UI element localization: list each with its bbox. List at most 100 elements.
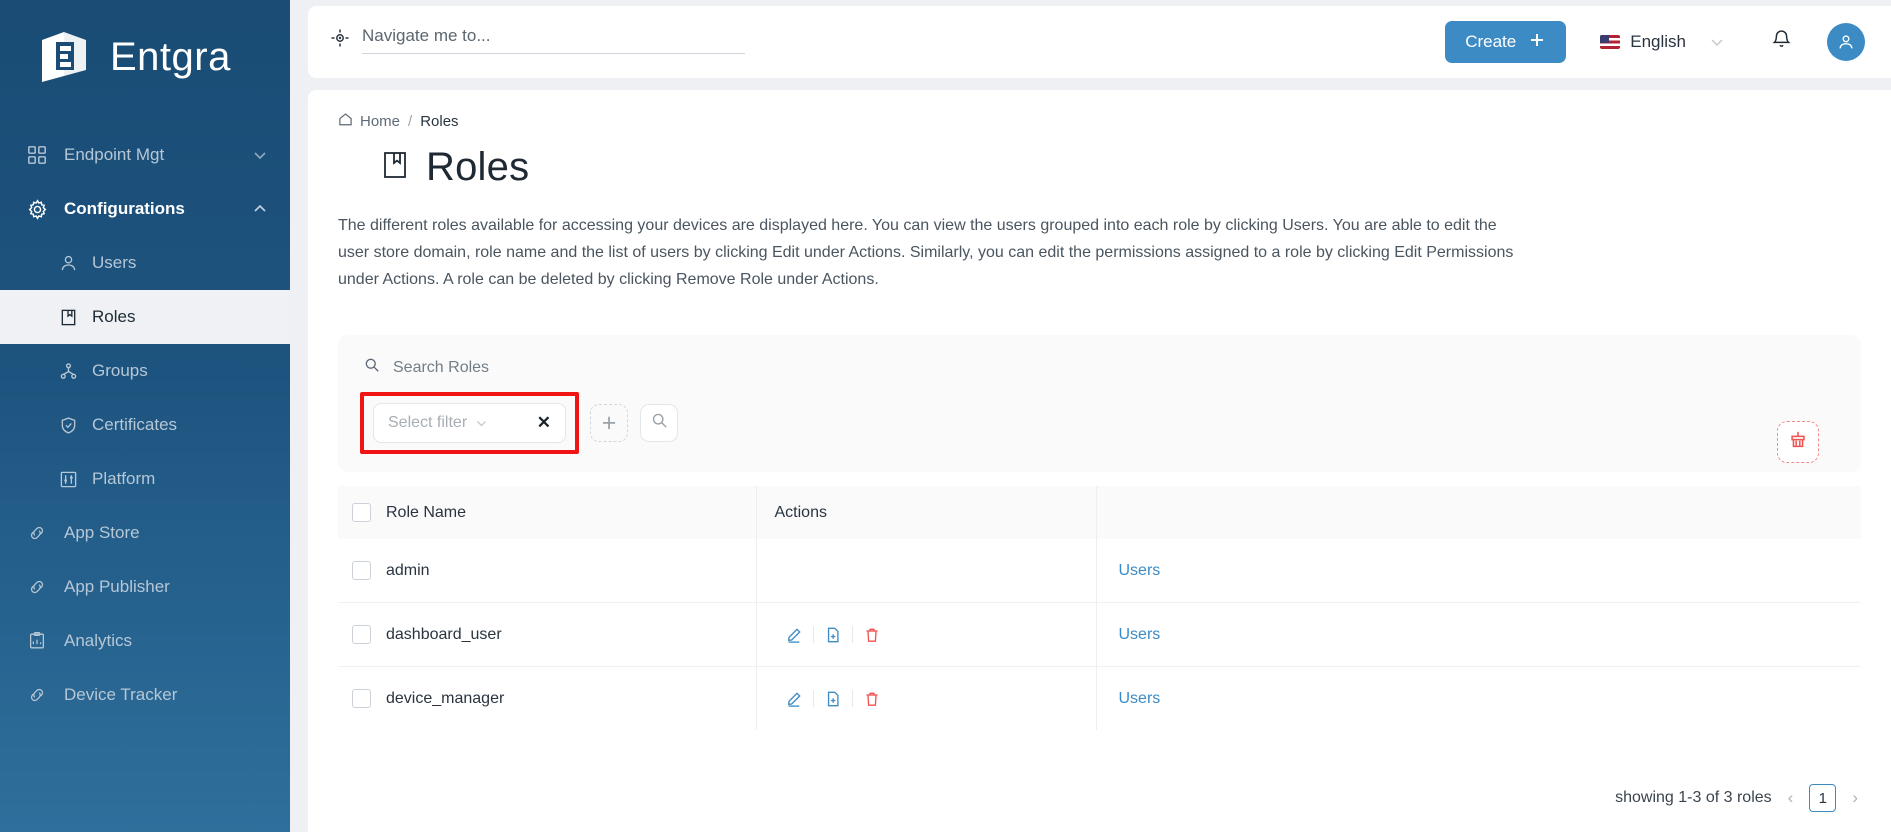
select-all-checkbox[interactable] (352, 503, 371, 522)
search-icon (364, 357, 380, 378)
pagination: showing 1-3 of 3 roles ‹ 1 › (308, 768, 1891, 832)
select-filter-dropdown[interactable]: Select filter ✕ (373, 403, 566, 443)
column-users (1095, 486, 1861, 539)
toolbar-wrap: Search Roles Select filter ✕ + (308, 319, 1891, 472)
sidebar-item-label: Certificates (92, 415, 178, 434)
broom-icon (1788, 430, 1808, 455)
navigate-search[interactable]: Navigate me to... (330, 26, 745, 58)
breadcrumb-home[interactable]: Home (338, 112, 400, 131)
book-icon (380, 150, 410, 185)
sidebar-item-label: Platform (92, 469, 156, 488)
select-filter-label: Select filter (388, 414, 468, 431)
search-roles-input[interactable]: Search Roles (393, 359, 489, 377)
sidebar-item-endpoint-mgt[interactable]: Endpoint Mgt (0, 128, 290, 182)
search-icon (651, 412, 668, 434)
users-link[interactable]: Users (1119, 562, 1161, 579)
add-filter-button[interactable]: + (590, 404, 628, 442)
content-panel: Home / Roles Roles The different roles a… (308, 90, 1891, 832)
sidebar-item-label: Users (92, 253, 137, 272)
sidebar-item-roles[interactable]: Roles (0, 290, 290, 344)
table-row[interactable]: admin Users (338, 539, 1861, 603)
sidebar-item-users[interactable]: Users (0, 236, 290, 290)
sidebar-item-app-store[interactable]: App Store (0, 506, 290, 560)
row-actions (755, 666, 1096, 730)
row-checkbox-cell (338, 602, 386, 667)
role-name: device_manager (386, 689, 505, 707)
chevron-up-icon (252, 201, 268, 217)
users-link[interactable]: Users (1119, 690, 1161, 707)
role-name: dashboard_user (386, 602, 756, 667)
file-plus-icon[interactable] (814, 691, 852, 707)
close-icon[interactable]: ✕ (537, 413, 551, 433)
chevron-right-icon[interactable]: › (1849, 788, 1861, 808)
page-title: Roles (380, 145, 1861, 190)
clipboard-icon (26, 630, 48, 652)
page-title-text: Roles (426, 145, 530, 189)
chevron-down-icon (252, 147, 268, 163)
sidebar-item-device-tracker[interactable]: Device Tracker (0, 668, 290, 722)
sidebar-item-configurations[interactable]: Configurations (0, 182, 290, 236)
row-checkbox[interactable] (352, 561, 371, 580)
chevron-down-icon (474, 416, 489, 431)
table-row[interactable]: dashboard_user Users (338, 602, 1861, 667)
row-checkbox-cell (338, 539, 386, 603)
run-search-button[interactable] (640, 404, 678, 442)
sidebar: Entgra Endpoint Mgt Configurations Users… (0, 0, 290, 832)
row-checkbox[interactable] (352, 625, 371, 644)
users-link[interactable]: Users (1119, 626, 1161, 643)
table-row[interactable]: device_manager Users (338, 666, 1861, 730)
file-plus-icon[interactable] (814, 627, 852, 643)
home-icon (338, 112, 353, 131)
sidebar-item-app-publisher[interactable]: App Publisher (0, 560, 290, 614)
table-header-row: Role Name Actions (338, 486, 1861, 539)
sidebar-item-label: Device Tracker (64, 685, 178, 704)
avatar[interactable] (1827, 23, 1865, 61)
sidebar-item-label: Endpoint Mgt (64, 145, 165, 164)
plus-icon: + (601, 408, 617, 437)
role-name: admin (386, 539, 756, 603)
link-icon (26, 684, 48, 706)
sidebar-item-analytics[interactable]: Analytics (0, 614, 290, 668)
entgra-logo-icon (34, 26, 96, 88)
us-flag-icon (1600, 35, 1621, 49)
column-actions: Actions (755, 486, 1096, 539)
user-icon (58, 253, 78, 273)
language-label: English (1630, 32, 1686, 51)
trash-icon[interactable] (853, 627, 891, 643)
brand-name: Entgra (110, 34, 231, 79)
sidebar-item-label: Analytics (64, 631, 133, 650)
search-roles-row[interactable]: Search Roles (360, 351, 1839, 386)
breadcrumb-current[interactable]: Roles (420, 113, 458, 130)
sidebar-item-platform[interactable]: Platform (0, 452, 290, 506)
roles-table: Role Name Actions admin Users dashboard_… (338, 486, 1861, 730)
sidebar-item-label: Configurations (64, 199, 185, 218)
row-actions (755, 539, 1096, 603)
sidebar-item-label: Groups (92, 361, 148, 380)
chevron-left-icon[interactable]: ‹ (1785, 788, 1797, 808)
breadcrumb-separator: / (408, 113, 413, 130)
edit-icon[interactable] (775, 691, 813, 707)
create-button-label: Create (1465, 32, 1517, 51)
clear-filters-button[interactable] (1777, 421, 1819, 463)
edit-icon[interactable] (775, 627, 813, 643)
breadcrumb-home-label: Home (360, 113, 401, 130)
sidebar-item-certificates[interactable]: Certificates (0, 398, 290, 452)
filter-highlight-box: Select filter ✕ (360, 392, 579, 454)
gear-icon (26, 198, 48, 220)
sidebar-item-groups[interactable]: Groups (0, 344, 290, 398)
page-number[interactable]: 1 (1809, 784, 1837, 812)
trash-icon[interactable] (853, 691, 891, 707)
row-checkbox[interactable] (352, 689, 371, 708)
create-button[interactable]: Create (1445, 21, 1567, 63)
sidebar-nav: Endpoint Mgt Configurations Users Roles … (0, 128, 290, 722)
main-area: Navigate me to... Create English Home / … (290, 0, 1891, 832)
group-icon (58, 361, 78, 381)
book-icon (58, 307, 78, 327)
language-selector[interactable]: English (1600, 32, 1726, 52)
row-users-cell: Users (1095, 666, 1861, 730)
bell-icon[interactable] (1770, 28, 1793, 56)
page-header-card: Home / Roles Roles The different roles a… (308, 90, 1891, 319)
brand-logo[interactable]: Entgra (0, 0, 290, 128)
navigate-input[interactable]: Navigate me to... (362, 26, 745, 54)
shield-check-icon (58, 415, 78, 435)
